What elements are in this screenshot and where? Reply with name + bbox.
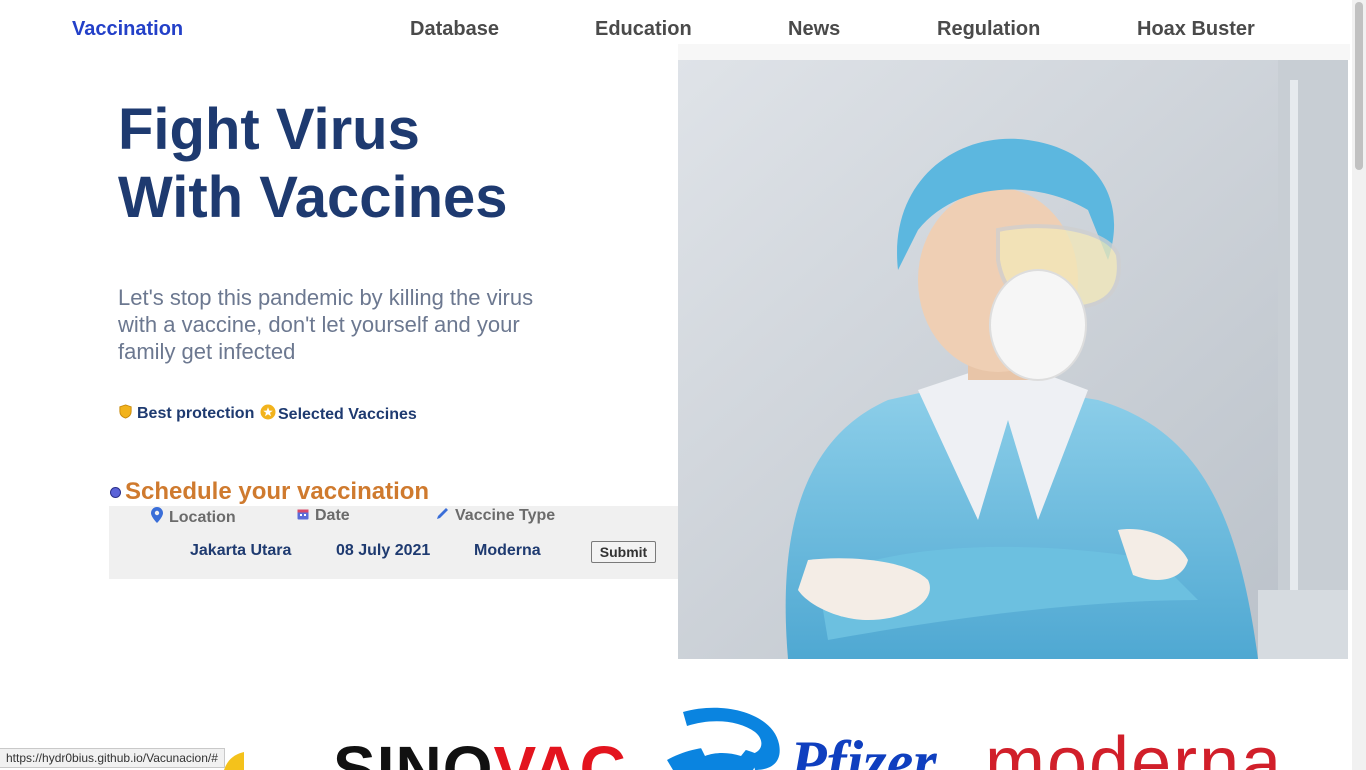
pencil-icon xyxy=(436,507,449,525)
vaccine-type-label: Vaccine Type xyxy=(436,507,555,525)
location-value[interactable]: Jakarta Utara xyxy=(190,542,291,560)
feature-best-protection: Best protection xyxy=(118,404,254,424)
pfizer-swoosh-icon xyxy=(667,707,780,770)
nav-item-database[interactable]: Database xyxy=(410,18,499,41)
yellow-logo-icon xyxy=(224,752,244,770)
hero-photo-top-strip xyxy=(678,44,1350,60)
nav-item-hoax-buster[interactable]: Hoax Buster xyxy=(1137,18,1255,41)
page-scrollbar[interactable] xyxy=(1352,0,1366,770)
feature-label: Selected Vaccines xyxy=(278,405,417,423)
hero-description: Let's stop this pandemic by killing the … xyxy=(118,285,534,364)
logo-sinovac-part1: SINO xyxy=(333,733,494,770)
logo-moderna: moderna xyxy=(985,723,1284,770)
hero-title-line2: With Vaccines xyxy=(118,165,508,230)
star-badge-icon xyxy=(260,404,276,425)
scrollbar-thumb[interactable] xyxy=(1355,2,1363,170)
feature-label: Best protection xyxy=(137,405,255,422)
location-label-text: Location xyxy=(169,508,236,526)
date-label: Date xyxy=(297,507,350,525)
hero-photo-healthcare-worker xyxy=(678,60,1348,659)
nav-item-news[interactable]: News xyxy=(788,18,840,41)
date-value[interactable]: 08 July 2021 xyxy=(336,542,430,560)
logo-pfizer: Pfizer xyxy=(790,729,937,770)
date-label-text: Date xyxy=(315,507,350,524)
schedule-title-text: Schedule your vaccination xyxy=(125,478,430,505)
logo-sinovac-part2: VAC xyxy=(493,733,627,770)
shield-icon xyxy=(118,404,133,424)
nav-item-regulation[interactable]: Regulation xyxy=(937,18,1040,41)
nav-brand-vaccination[interactable]: Vaccination xyxy=(72,18,183,41)
hero-title: Fight Virus With Vaccines xyxy=(118,96,658,232)
link-status-bar: https://hydr0bius.github.io/Vacunacion/# xyxy=(0,748,225,768)
submit-button[interactable]: Submit xyxy=(591,541,656,563)
bullet-dot-icon xyxy=(110,486,121,498)
location-pin-icon xyxy=(151,507,163,528)
location-label: Location xyxy=(151,507,236,528)
calendar-icon xyxy=(297,507,309,525)
vaccine-type-value[interactable]: Moderna xyxy=(474,542,541,560)
logo-sinovac: SINOVAC xyxy=(333,732,627,770)
schedule-title: Schedule your vaccination xyxy=(110,478,429,506)
hero-title-line1: Fight Virus xyxy=(118,97,420,162)
vaccine-type-label-text: Vaccine Type xyxy=(455,507,556,524)
nav-item-education[interactable]: Education xyxy=(595,18,692,41)
feature-selected-vaccines: Selected Vaccines xyxy=(260,404,417,425)
